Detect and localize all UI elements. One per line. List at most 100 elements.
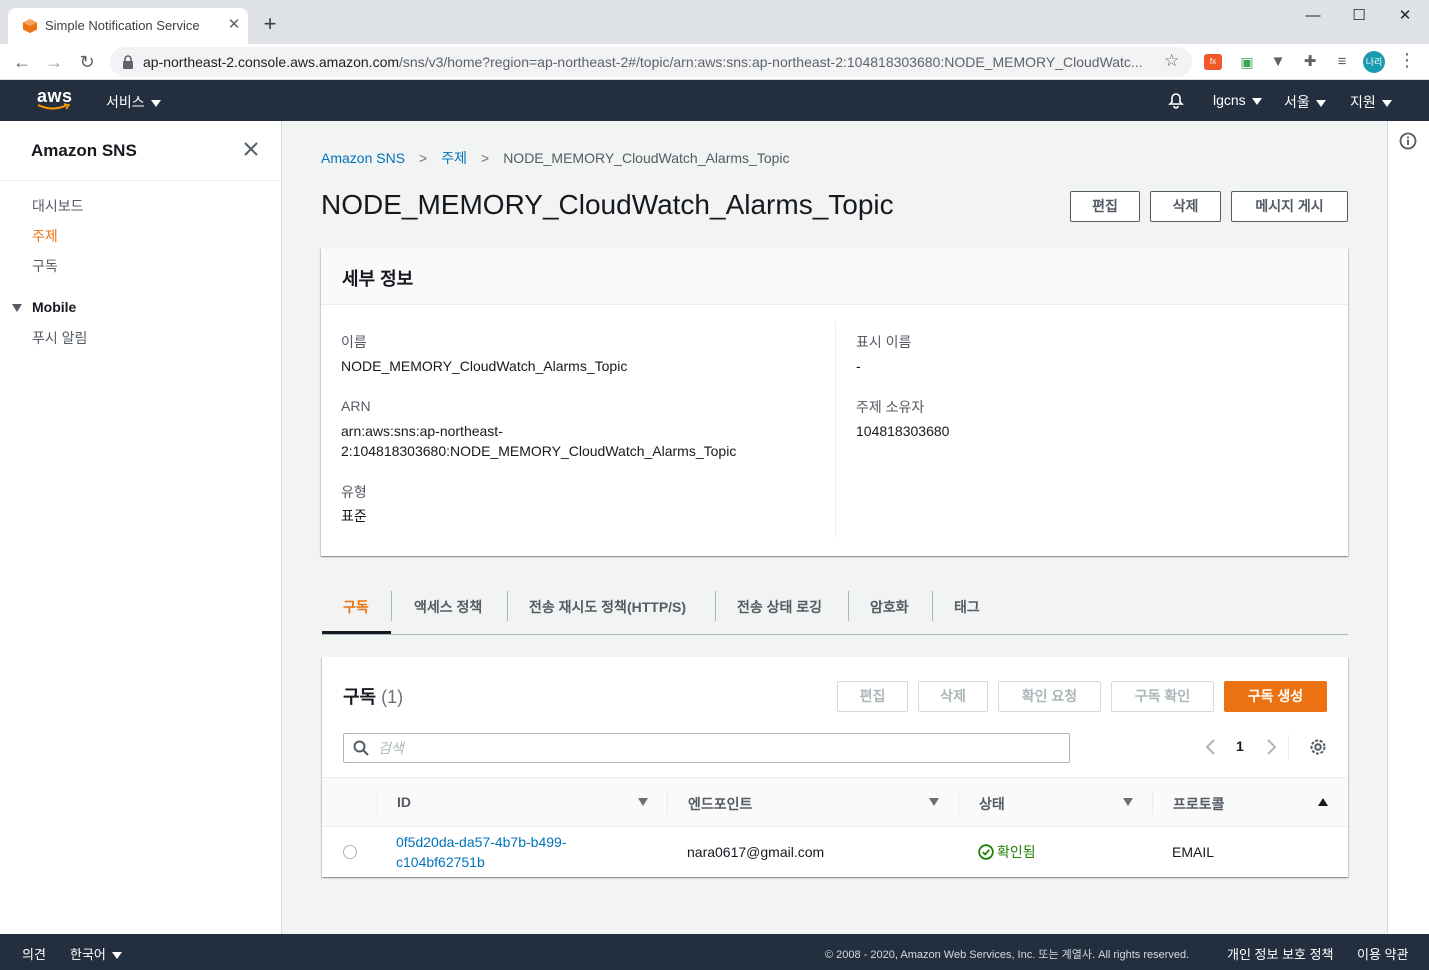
sidebar-item-topics[interactable]: 주제 — [32, 226, 58, 246]
terms-link[interactable]: 이용 약관 — [1357, 944, 1408, 963]
sidebar-item-push-notifications[interactable]: 푸시 알림 — [32, 328, 87, 348]
arn-label: ARN — [341, 398, 371, 414]
search-input[interactable] — [378, 738, 1058, 758]
tab-separator — [932, 591, 933, 621]
column-separator — [1152, 791, 1153, 815]
subscriptions-title: 구독 (1) — [343, 687, 404, 707]
display-name-value: - — [856, 358, 861, 374]
column-header-protocol[interactable]: 프로토콜 — [1173, 794, 1225, 814]
tab-close-icon[interactable]: ✕ — [224, 15, 244, 35]
arn-value-line2: 2:104818303680:NODE_MEMORY_CloudWatch_Al… — [341, 443, 737, 459]
close-icon[interactable] — [241, 139, 261, 159]
region-menu[interactable]: 서울 — [1284, 92, 1326, 112]
column-header-endpoint[interactable]: 엔드포인트 — [688, 794, 752, 814]
column-divider — [835, 322, 836, 537]
publish-message-button[interactable]: 메시지 게시 — [1231, 191, 1348, 222]
table-header: ID 엔드포인트 상태 프로토콜 — [322, 777, 1348, 827]
subscription-protocol: EMAIL — [1172, 844, 1215, 860]
sidebar-item-subscriptions[interactable]: 구독 — [32, 256, 58, 276]
tab-separator — [507, 591, 508, 621]
sort-descending-icon[interactable] — [638, 798, 648, 806]
new-tab-icon[interactable]: + — [258, 13, 282, 37]
row-select-radio[interactable] — [343, 845, 357, 859]
language-selector[interactable]: 한국어 — [70, 944, 122, 963]
column-separator — [958, 791, 959, 815]
aws-favicon-icon — [23, 19, 37, 33]
chevron-left-icon[interactable] — [1204, 737, 1218, 757]
type-value: 표준 — [341, 508, 367, 524]
subscription-delete-button[interactable]: 삭제 — [918, 681, 988, 712]
media-queue-icon[interactable]: ≡ — [1332, 52, 1352, 72]
tab-subscriptions[interactable]: 구독 — [343, 597, 369, 617]
extension-fx-icon[interactable]: fx — [1204, 54, 1222, 70]
sort-descending-icon[interactable] — [929, 798, 939, 806]
tab-separator — [848, 591, 849, 621]
privacy-policy-link[interactable]: 개인 정보 보호 정책 — [1227, 944, 1334, 963]
name-value: NODE_MEMORY_CloudWatch_Alarms_Topic — [341, 358, 628, 374]
gear-icon[interactable] — [1308, 737, 1328, 757]
maximize-icon[interactable]: ☐ — [1336, 4, 1382, 28]
check-circle-icon — [978, 844, 994, 860]
subscriptions-card: 구독 (1) 편집 삭제 확인 요청 구독 확인 구독 생성 1 ID — [322, 657, 1348, 877]
column-separator — [377, 791, 378, 815]
tab-delivery-status-logging[interactable]: 전송 상태 로깅 — [737, 597, 822, 617]
forward-icon[interactable]: → — [42, 50, 66, 74]
current-page-number[interactable]: 1 — [1236, 738, 1244, 754]
request-confirmation-button[interactable]: 확인 요청 — [998, 681, 1101, 712]
address-bar[interactable]: ap-northeast-2.console.aws.amazon.com/sn… — [110, 47, 1192, 77]
bookmark-star-icon[interactable]: ☆ — [1164, 51, 1179, 71]
expand-triangle-icon — [12, 304, 22, 313]
reload-icon[interactable]: ↻ — [75, 50, 99, 74]
display-name-label: 표시 이름 — [856, 334, 912, 350]
info-icon[interactable] — [1399, 132, 1417, 150]
type-label: 유형 — [341, 484, 367, 500]
tab-delivery-retry-policy[interactable]: 전송 재시도 정책(HTTP/S) — [529, 597, 686, 617]
subscription-edit-button[interactable]: 편집 — [837, 681, 908, 712]
chevron-right-icon: > — [419, 150, 428, 166]
owner-label: 주제 소유자 — [856, 399, 925, 415]
sidebar: Amazon SNS 대시보드 주제 구독 Mobile 푸시 알림 — [0, 121, 282, 934]
delete-button[interactable]: 삭제 — [1150, 191, 1221, 222]
window-close-icon[interactable]: ✕ — [1382, 4, 1428, 28]
services-menu[interactable]: 서비스 — [106, 92, 161, 112]
browser-menu-icon[interactable]: ⋮ — [1398, 50, 1416, 71]
tab-tags[interactable]: 태그 — [954, 597, 980, 617]
caret-down-icon — [150, 99, 161, 107]
tab-encryption[interactable]: 암호화 — [870, 597, 909, 617]
chevron-right-icon[interactable] — [1264, 737, 1278, 757]
browser-toolbar: ← → ↻ ap-northeast-2.console.aws.amazon.… — [0, 44, 1429, 80]
subscription-id-link[interactable]: 0f5d20da-da57-4b7b-b499- c104bf62751b — [396, 832, 566, 872]
lock-icon — [123, 55, 133, 69]
confirm-subscription-button[interactable]: 구독 확인 — [1111, 681, 1214, 712]
extension-screen-icon[interactable]: ▣ — [1237, 52, 1257, 72]
column-header-status[interactable]: 상태 — [979, 794, 1005, 814]
tab-access-policy[interactable]: 액세스 정책 — [414, 597, 482, 617]
profile-avatar[interactable]: 나리 — [1363, 51, 1385, 73]
notification-bell-icon[interactable] — [1166, 90, 1186, 110]
column-header-id[interactable]: ID — [397, 794, 411, 810]
aws-logo[interactable]: aws — [37, 86, 73, 111]
minimize-icon[interactable]: — — [1290, 4, 1336, 28]
breadcrumb-topics[interactable]: 주제 — [441, 150, 467, 166]
extension-vivaldi-icon[interactable]: ▼ — [1268, 52, 1288, 72]
caret-down-icon — [1381, 99, 1392, 107]
sidebar-section-mobile[interactable]: Mobile — [12, 299, 76, 315]
support-menu[interactable]: 지원 — [1350, 92, 1392, 112]
feedback-link[interactable]: 의견 — [22, 944, 46, 963]
caret-down-icon — [111, 952, 122, 960]
browser-tab[interactable]: Simple Notification Service ✕ — [8, 8, 248, 44]
account-menu[interactable]: lgcns — [1213, 92, 1262, 108]
sort-ascending-icon[interactable] — [1318, 798, 1328, 806]
create-subscription-button[interactable]: 구독 생성 — [1224, 681, 1327, 712]
breadcrumb-current: NODE_MEMORY_CloudWatch_Alarms_Topic — [503, 150, 790, 166]
sidebar-item-dashboard[interactable]: 대시보드 — [32, 196, 84, 216]
caret-down-icon — [1315, 99, 1326, 107]
owner-value: 104818303680 — [856, 423, 950, 439]
back-icon[interactable]: ← — [10, 50, 34, 74]
url-text: ap-northeast-2.console.aws.amazon.com/sn… — [143, 54, 1143, 70]
search-field[interactable] — [343, 733, 1070, 763]
extensions-puzzle-icon[interactable]: ✚ — [1300, 52, 1320, 72]
breadcrumb-sns[interactable]: Amazon SNS — [321, 150, 405, 166]
edit-button[interactable]: 편집 — [1070, 191, 1140, 222]
sort-descending-icon[interactable] — [1123, 798, 1133, 806]
